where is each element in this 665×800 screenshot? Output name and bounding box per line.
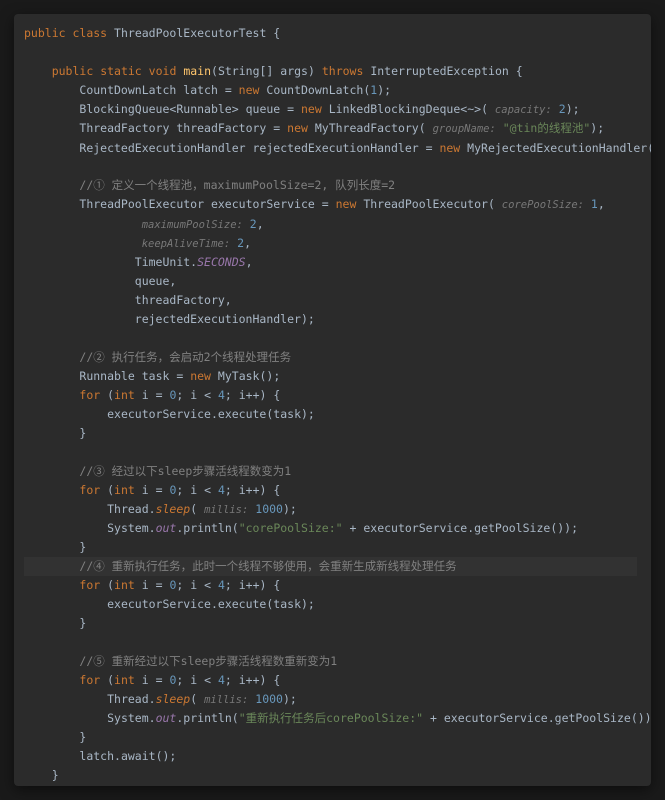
code-line: queue, [24, 272, 637, 291]
code-line [24, 157, 637, 176]
code-line: executorService.execute(task); [24, 595, 637, 614]
code-line [24, 43, 637, 62]
code-line: Runnable task = new MyTask(); [24, 367, 637, 386]
code-comment: //④ 重新执行任务，此时一个线程不够使用，会重新生成新线程处理任务 [24, 557, 637, 576]
code-line: ThreadFactory threadFactory = new MyThre… [24, 119, 637, 138]
code-line: } [24, 766, 637, 785]
code-line: public static void main(String[] args) t… [24, 62, 637, 81]
code-line: public class ThreadPoolExecutorTest { [24, 24, 637, 43]
code-line [24, 329, 637, 348]
code-line: ThreadPoolExecutor executorService = new… [24, 195, 637, 214]
code-comment: //① 定义一个线程池，maximumPoolSize=2, 队列长度=2 [24, 176, 637, 195]
code-line: System.out.println("重新执行任务后corePoolSize:… [24, 709, 637, 728]
code-line: } [24, 728, 637, 747]
code-line: keepAliveTime: 2, [24, 234, 637, 253]
code-editor[interactable]: public class ThreadPoolExecutorTest { pu… [14, 14, 651, 786]
code-line: } [24, 424, 637, 443]
code-line: for (int i = 0; i < 4; i++) { [24, 576, 637, 595]
code-line: for (int i = 0; i < 4; i++) { [24, 671, 637, 690]
code-comment: //② 执行任务，会启动2个线程处理任务 [24, 348, 637, 367]
code-line: executorService.execute(task); [24, 405, 637, 424]
code-line: BlockingQueue<Runnable> queue = new Link… [24, 100, 637, 119]
code-line [24, 633, 637, 652]
code-line: CountDownLatch latch = new CountDownLatc… [24, 81, 637, 100]
code-line: rejectedExecutionHandler); [24, 310, 637, 329]
code-line: System.out.println("corePoolSize:" + exe… [24, 519, 637, 538]
code-line: TimeUnit.SECONDS, [24, 253, 637, 272]
code-comment: //⑤ 重新经过以下sleep步骤活线程数重新变为1 [24, 652, 637, 671]
code-line [24, 443, 637, 462]
code-comment: //③ 经过以下sleep步骤活线程数变为1 [24, 462, 637, 481]
code-line: } [24, 614, 637, 633]
code-line: maximumPoolSize: 2, [24, 215, 637, 234]
code-line: for (int i = 0; i < 4; i++) { [24, 386, 637, 405]
code-line: } [24, 785, 637, 786]
code-line: threadFactory, [24, 291, 637, 310]
code-line: RejectedExecutionHandler rejectedExecuti… [24, 139, 637, 158]
code-line: latch.await(); [24, 747, 637, 766]
code-line: } [24, 538, 637, 557]
code-line: Thread.sleep( millis: 1000); [24, 690, 637, 709]
code-line: Thread.sleep( millis: 1000); [24, 500, 637, 519]
code-line: for (int i = 0; i < 4; i++) { [24, 481, 637, 500]
